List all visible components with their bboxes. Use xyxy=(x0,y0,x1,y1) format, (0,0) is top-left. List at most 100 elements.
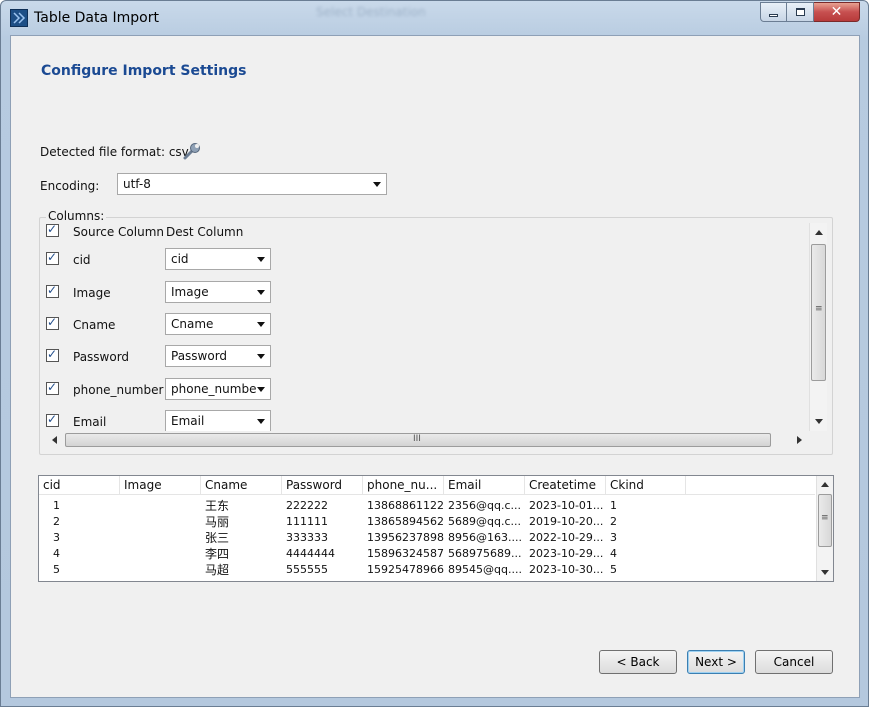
table-cell: 2023-10-29... xyxy=(529,547,604,560)
column-checkbox[interactable] xyxy=(46,315,59,330)
dest-column-select[interactable]: phone_numbe xyxy=(165,378,271,400)
scroll-down-icon[interactable] xyxy=(821,570,829,575)
dest-column-select[interactable]: cid xyxy=(165,248,271,270)
table-cell: 2022-10-29... xyxy=(529,531,604,544)
table-cell: 13956237898 xyxy=(367,531,444,544)
preview-vertical-scrollbar[interactable]: ≡ xyxy=(816,476,833,581)
preview-header-cell[interactable]: Password xyxy=(282,476,363,495)
table-row[interactable]: 4 李四 4444444 15896324587 568975689... 20… xyxy=(39,546,666,562)
preview-header-row: cid Image Cname Password phone_nu... Ema… xyxy=(39,476,815,495)
table-cell: 5 xyxy=(610,563,617,576)
source-column-name: Cname xyxy=(73,318,116,332)
chevron-down-icon xyxy=(257,387,265,392)
columns-horizontal-scrollbar[interactable]: III xyxy=(47,432,807,448)
dest-column-header: Dest Column xyxy=(166,225,244,239)
title-bar[interactable]: Table Data Import Select Destination ✕ xyxy=(1,1,868,35)
background-window-title: Select Destination xyxy=(316,5,426,19)
source-column-name: Password xyxy=(73,350,130,364)
scroll-right-icon[interactable] xyxy=(797,436,802,444)
scrollbar-grip: III xyxy=(413,434,421,444)
preview-header-cell[interactable]: Ckind xyxy=(606,476,686,495)
table-row[interactable]: 3 张三 333333 13956237898 8956@163.... 202… xyxy=(39,530,666,546)
detected-format-label: Detected file format: csv xyxy=(40,145,189,159)
column-checkbox[interactable] xyxy=(46,283,59,298)
table-cell: 15925478966 xyxy=(367,563,444,576)
preview-header-cell[interactable]: phone_nu... xyxy=(363,476,444,495)
columns-vertical-scrollbar[interactable]: ≡ xyxy=(809,223,827,431)
table-cell: 13868861122 xyxy=(367,499,444,512)
source-column-name: Image xyxy=(73,286,111,300)
table-cell: 111111 xyxy=(286,515,328,528)
table-cell: 马丽 xyxy=(205,515,230,529)
dest-column-select[interactable]: Email xyxy=(165,410,271,431)
close-button[interactable]: ✕ xyxy=(814,2,860,22)
dest-column-value: Email xyxy=(171,414,205,428)
dest-column-value: phone_numbe xyxy=(171,382,257,396)
maximize-button[interactable] xyxy=(787,2,814,22)
table-cell: 222222 xyxy=(286,499,328,512)
scrollbar-thumb[interactable]: ≡ xyxy=(811,244,826,381)
back-button[interactable]: < Back xyxy=(599,650,677,674)
column-checkbox[interactable] xyxy=(46,250,59,265)
preview-header-cell[interactable]: Image xyxy=(120,476,201,495)
column-checkbox[interactable] xyxy=(46,347,59,362)
encoding-value: utf-8 xyxy=(123,177,151,191)
dest-column-select[interactable]: Cname xyxy=(165,313,271,335)
scroll-down-icon[interactable] xyxy=(815,419,823,424)
table-row[interactable]: 5 马超 555555 15925478966 89545@qq.... 202… xyxy=(39,562,666,578)
minimize-button[interactable] xyxy=(760,2,787,22)
table-cell xyxy=(120,514,201,530)
scroll-up-icon[interactable] xyxy=(821,482,829,487)
table-cell: 张三 xyxy=(205,531,230,545)
dest-column-select[interactable]: Image xyxy=(165,281,271,303)
table-cell: 4444444 xyxy=(286,547,335,560)
scrollbar-thumb[interactable]: ≡ xyxy=(818,494,832,547)
table-cell: 5689@qq.c... xyxy=(448,515,521,528)
table-cell: 2 xyxy=(610,515,617,528)
window-title: Table Data Import xyxy=(34,10,159,26)
table-row[interactable]: 2 马丽 111111 13865894562 5689@qq.c... 201… xyxy=(39,514,666,530)
select-all-checkbox[interactable] xyxy=(46,222,59,237)
cancel-button[interactable]: Cancel xyxy=(755,650,833,674)
dest-column-value: Cname xyxy=(171,317,214,331)
source-column-name: phone_number xyxy=(73,383,164,397)
encoding-label: Encoding: xyxy=(40,179,100,193)
table-cell: 15896324587 xyxy=(367,547,444,560)
column-checkbox[interactable] xyxy=(46,380,59,395)
table-cell: 333333 xyxy=(286,531,328,544)
preview-header-cell[interactable]: cid xyxy=(39,476,120,495)
table-cell: 王东 xyxy=(205,499,230,513)
chevron-down-icon xyxy=(373,182,381,187)
dest-column-select[interactable]: Password xyxy=(165,345,271,367)
encoding-select[interactable]: utf-8 xyxy=(117,173,387,195)
table-cell xyxy=(120,562,201,578)
mysql-workbench-icon xyxy=(10,9,28,27)
table-cell: 1 xyxy=(53,499,60,512)
preview-header-cell[interactable]: Createtime xyxy=(525,476,606,495)
scrollbar-thumb[interactable]: III xyxy=(65,433,771,447)
table-cell: 2356@qq.c... xyxy=(448,499,521,512)
table-cell: 5 xyxy=(53,563,60,576)
source-column-header: Source Column xyxy=(73,225,164,239)
table-cell: 13865894562 xyxy=(367,515,444,528)
scroll-up-icon[interactable] xyxy=(815,230,823,235)
import-window: Table Data Import Select Destination ✕ C… xyxy=(0,0,869,707)
preview-header-cell[interactable]: Email xyxy=(444,476,525,495)
data-preview-table[interactable]: cid Image Cname Password phone_nu... Ema… xyxy=(38,475,834,582)
columns-mapping-area: Source Column Dest Column cid cid Image … xyxy=(40,218,810,431)
table-cell: 3 xyxy=(610,531,617,544)
scroll-left-icon[interactable] xyxy=(52,436,57,444)
source-column-name: cid xyxy=(73,253,91,267)
table-cell: 568975689... xyxy=(448,547,522,560)
column-checkbox[interactable] xyxy=(46,412,59,427)
table-cell: 3 xyxy=(53,531,60,544)
next-button[interactable]: Next > xyxy=(687,650,745,674)
table-cell: 4 xyxy=(53,547,60,560)
wrench-icon[interactable] xyxy=(182,142,202,163)
preview-header-cell[interactable]: Cname xyxy=(201,476,282,495)
scrollbar-grip: ≡ xyxy=(815,304,823,314)
table-cell: 2023-10-01... xyxy=(529,499,604,512)
minimize-icon xyxy=(769,13,778,17)
close-icon: ✕ xyxy=(830,4,843,20)
table-row[interactable]: 1 王东 222222 13868861122 2356@qq.c... 202… xyxy=(39,498,666,514)
